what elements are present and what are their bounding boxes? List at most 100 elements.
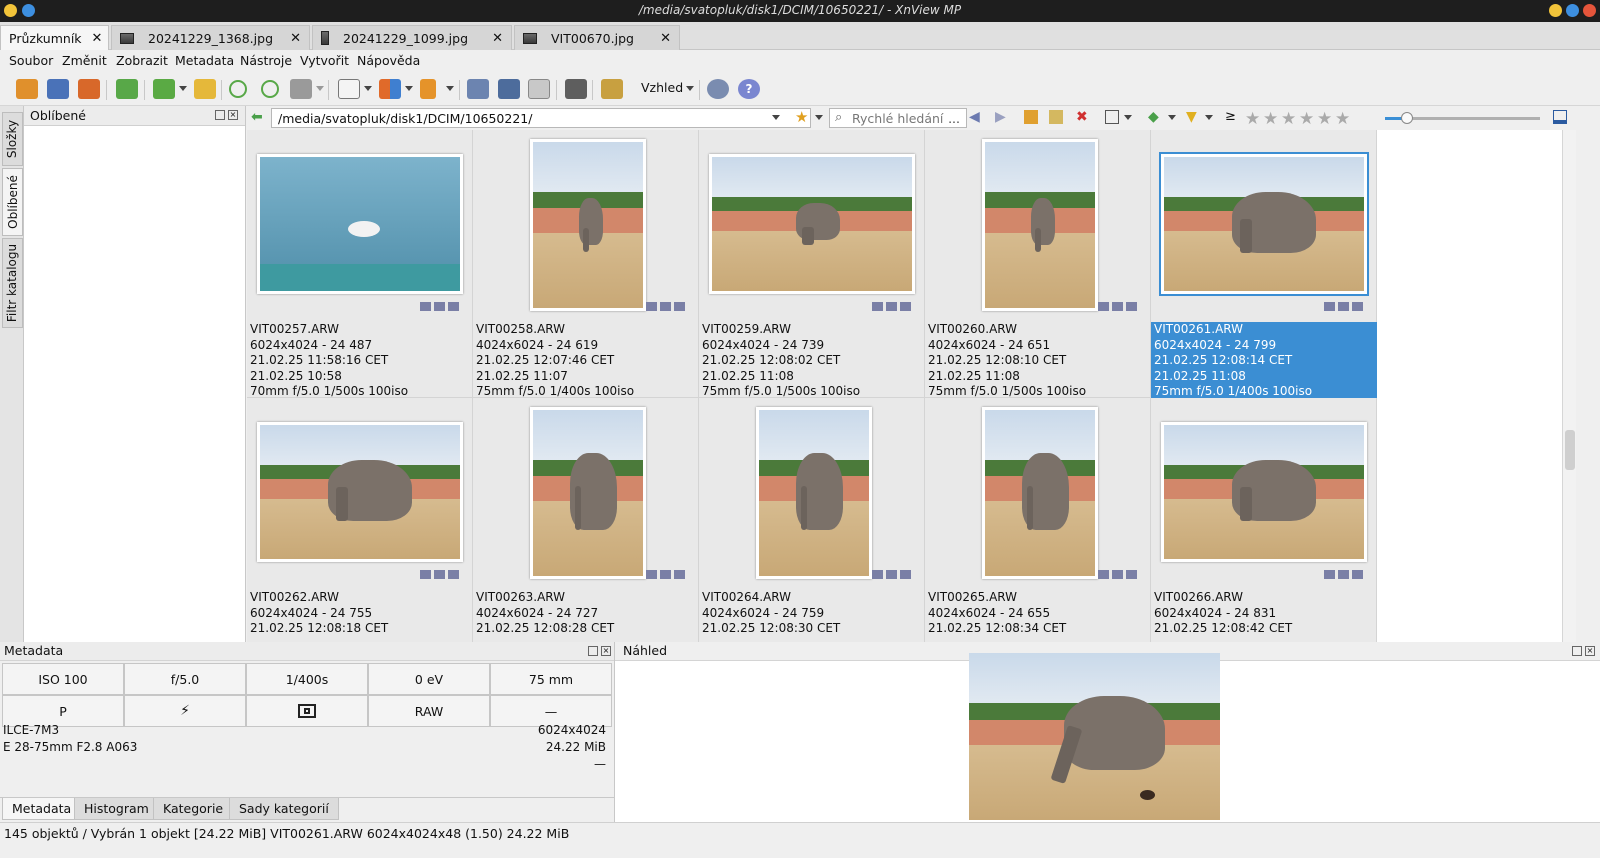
thumbnail-size-slider[interactable] (1385, 112, 1540, 124)
binoculars-icon[interactable] (498, 79, 520, 99)
thumbnail-cell[interactable]: VIT00265.ARW 4024x6024 - 24 655 21.02.25 1… (925, 398, 1151, 642)
close-icon[interactable]: × (601, 646, 611, 656)
thumbnail-image[interactable] (982, 139, 1098, 311)
rotate-left-icon[interactable] (229, 80, 247, 98)
thumbnail-image[interactable] (982, 407, 1098, 579)
chevron-down-icon[interactable] (1168, 115, 1176, 120)
thumbnail-image[interactable] (1159, 152, 1369, 296)
float-panel-icon[interactable] (1572, 646, 1582, 656)
close-icon[interactable]: × (228, 110, 238, 120)
thumbnail-cell[interactable]: VIT00260.ARW 4024x6024 - 24 651 21.02.25 1… (925, 130, 1151, 398)
open-image-icon[interactable] (16, 79, 38, 99)
close-window-button[interactable] (1583, 4, 1596, 17)
float-panel-icon[interactable] (215, 110, 225, 120)
thumbnail-image[interactable] (257, 422, 463, 562)
tab-image-1[interactable]: 20241229_1368.jpg ✕ (111, 25, 310, 50)
slideshow-icon[interactable] (78, 79, 100, 99)
close-icon[interactable]: × (1585, 646, 1595, 656)
minimize-button[interactable] (1549, 4, 1562, 17)
path-input[interactable]: /media/svatopluk/disk1/DCIM/10650221/ (271, 108, 811, 128)
favorite-star-icon[interactable]: ★ (795, 110, 809, 125)
chevron-down-icon[interactable] (446, 86, 454, 91)
rating-star-icon[interactable]: ★ (1281, 109, 1296, 129)
rating-star-icon[interactable]: ★ (1335, 109, 1350, 129)
chevron-down-icon[interactable] (364, 86, 372, 91)
view-mode-icon[interactable] (379, 79, 401, 99)
rotate-right-icon[interactable] (261, 80, 279, 98)
new-folder-icon[interactable] (1024, 110, 1038, 124)
menu-help[interactable]: Nápověda (357, 53, 420, 68)
tab-favorites[interactable]: Oblíbené (2, 168, 23, 236)
tab-catalog-filter[interactable]: Filtr katalogu (2, 238, 23, 328)
thumbnail-image[interactable] (1161, 422, 1367, 562)
view-dropdown[interactable]: Vzhled (641, 80, 683, 95)
move-to-icon[interactable] (153, 79, 175, 99)
thumbnail-cell[interactable]: VIT00264.ARW 4024x6024 - 24 759 21.02.25 1… (699, 398, 925, 642)
capture-icon[interactable] (467, 79, 489, 99)
print-icon[interactable] (565, 79, 587, 99)
chevron-down-icon[interactable] (772, 115, 780, 120)
thumbnail-image[interactable] (530, 139, 646, 311)
grid-scrollbar[interactable] (1562, 130, 1576, 642)
chevron-down-icon[interactable] (1124, 115, 1132, 120)
thumbnail-layout-icon[interactable] (1105, 110, 1119, 124)
chevron-down-icon[interactable] (405, 86, 413, 91)
help-icon[interactable]: ? (738, 79, 760, 99)
compare-icon[interactable] (528, 79, 550, 99)
slider-handle[interactable] (1401, 112, 1413, 124)
rating-icon[interactable] (338, 79, 360, 99)
gear-icon[interactable] (707, 79, 729, 99)
menu-tools[interactable]: Nástroje (240, 53, 292, 68)
menu-edit[interactable]: Změnit (62, 53, 107, 68)
maximize-button[interactable] (1566, 4, 1579, 17)
tab-folders[interactable]: Složky (2, 112, 23, 166)
chevron-down-icon[interactable] (1205, 115, 1213, 120)
refresh-folder-icon[interactable] (116, 79, 138, 99)
thumbnail-cell[interactable]: VIT00261.ARW 6024x4024 - 24 799 21.02.25 1… (1151, 130, 1377, 398)
chevron-down-icon[interactable] (815, 115, 823, 120)
next-icon[interactable]: ▶ (995, 110, 1009, 124)
rating-star-icon[interactable]: ★ (1245, 109, 1260, 129)
menu-view[interactable]: Zobrazit (116, 53, 168, 68)
chevron-down-icon[interactable] (686, 86, 694, 91)
rating-filter-operator[interactable]: ≥ (1225, 109, 1236, 124)
tab-metadata[interactable]: Metadata (2, 798, 82, 820)
thumbnail-cell[interactable]: VIT00257.ARW 6024x4024 - 24 487 21.02.25 1… (247, 130, 473, 398)
close-icon[interactable]: ✕ (660, 31, 671, 46)
tab-image-2[interactable]: 20241229_1099.jpg ✕ (312, 25, 512, 50)
menu-file[interactable]: Soubor (9, 53, 53, 68)
thumbnail-cell[interactable]: VIT00262.ARW 6024x4024 - 24 755 21.02.25 1… (247, 398, 473, 642)
prev-icon[interactable]: ◀ (969, 110, 983, 124)
tab-histogram[interactable]: Histogram (74, 798, 159, 820)
sort-icon[interactable]: ◆ (1148, 110, 1162, 124)
thumbnail-cell[interactable]: VIT00258.ARW 4024x6024 - 24 619 21.02.25 1… (473, 130, 699, 398)
rating-star-icon[interactable]: ★ (1299, 109, 1314, 129)
batch-icon[interactable] (601, 79, 623, 99)
delete-icon[interactable]: ✖ (1076, 110, 1090, 124)
scrollbar-handle[interactable] (1565, 430, 1575, 470)
float-panel-icon[interactable] (588, 646, 598, 656)
rating-star-icon[interactable]: ★ (1263, 109, 1278, 129)
close-icon[interactable]: ✕ (92, 31, 103, 46)
copy-to-icon[interactable] (194, 79, 216, 99)
chevron-down-icon[interactable] (179, 86, 187, 91)
thumbnail-image[interactable] (756, 407, 872, 579)
rename-icon[interactable] (1049, 110, 1063, 124)
tab-categories[interactable]: Kategorie (153, 798, 234, 820)
thumbnail-cell[interactable]: VIT00266.ARW 6024x4024 - 24 831 21.02.25 1… (1151, 398, 1377, 642)
back-folder-icon[interactable]: ⬅ (251, 110, 265, 124)
chevron-down-icon[interactable] (316, 86, 324, 91)
tab-image-3[interactable]: VIT00670.jpg ✕ (514, 25, 680, 50)
menu-metadata[interactable]: Metadata (175, 53, 234, 68)
menu-create[interactable]: Vytvořit (300, 53, 349, 68)
thumbnail-image[interactable] (257, 154, 463, 294)
thumbnail-image[interactable] (530, 407, 646, 579)
quick-search-input[interactable]: ⌕ Rychlé hledání ... (829, 108, 967, 128)
rating-star-icon[interactable]: ★ (1317, 109, 1332, 129)
thumbnail-cell[interactable]: VIT00259.ARW 6024x4024 - 24 739 21.02.25 1… (699, 130, 925, 398)
layout-toggle-icon[interactable] (1553, 110, 1567, 124)
bookmark-icon[interactable] (420, 79, 436, 99)
tab-category-sets[interactable]: Sady kategorií (229, 798, 339, 820)
search-options-button[interactable]: ... (948, 111, 960, 126)
tab-explorer[interactable]: Průzkumník ✕ (0, 25, 109, 50)
